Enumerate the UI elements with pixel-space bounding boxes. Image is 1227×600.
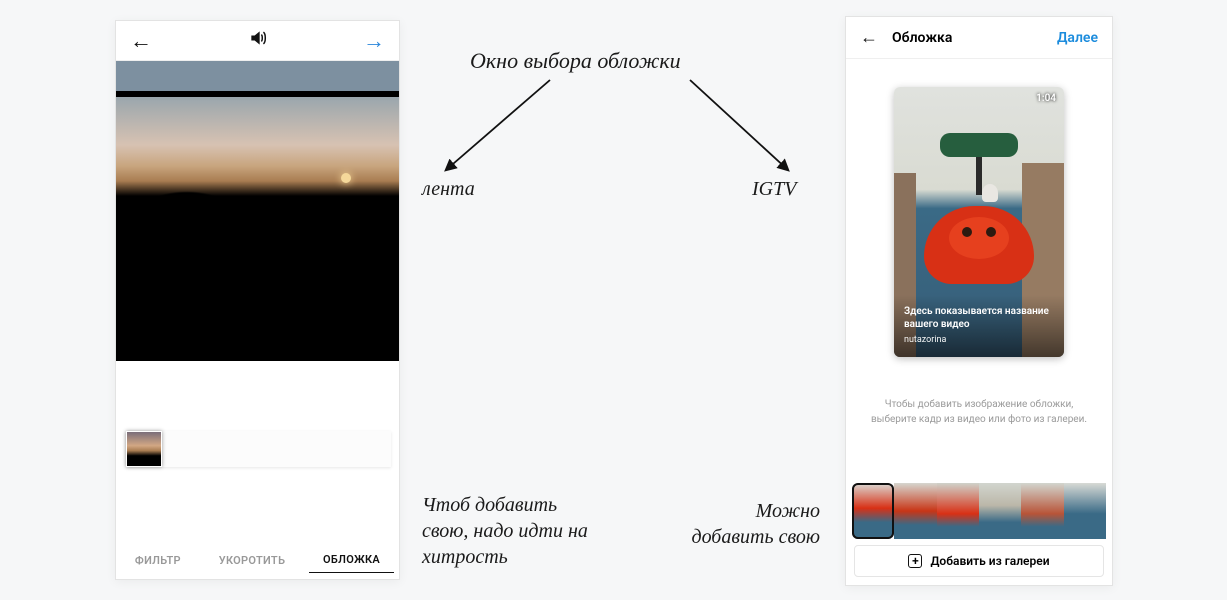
feed-cover-preview — [116, 61, 399, 361]
add-from-gallery-label: Добавить из галереи — [930, 554, 1049, 568]
tab-cover[interactable]: ОБЛОЖКА — [309, 547, 394, 573]
back-arrow-icon[interactable]: ← — [130, 28, 152, 54]
annotation-left-label: лента — [422, 178, 475, 201]
cover-title-placeholder: Здесь показывается название вашего видео — [904, 305, 1054, 331]
selected-frame-thumb[interactable] — [126, 431, 162, 467]
sound-on-icon[interactable] — [248, 28, 268, 53]
frame-thumb[interactable] — [894, 483, 936, 539]
igtv-cover-preview: 1:04 Здесь показывается название вашего … — [894, 87, 1064, 357]
video-duration: 1:04 — [1036, 93, 1056, 104]
plus-icon: + — [908, 554, 922, 568]
feed-header: ← → — [116, 21, 399, 61]
feed-cover-screen: ← → ФИЛЬТР УКОРОТИТЬ ОБЛОЖКА — [115, 20, 400, 580]
annotation-bottom-right: Можно добавить свою — [690, 498, 820, 550]
annotation-bottom-left: Чтоб добавить свою, надо идти на хитрост… — [422, 492, 602, 570]
igtv-frame-strip[interactable] — [852, 483, 1106, 539]
add-from-gallery-button[interactable]: + Добавить из галереи — [854, 545, 1104, 577]
tab-trim[interactable]: УКОРОТИТЬ — [205, 548, 300, 573]
frame-thumb[interactable] — [852, 483, 894, 539]
page-title: Обложка — [892, 30, 1057, 46]
frame-thumb[interactable] — [1064, 483, 1106, 539]
frame-thumb[interactable] — [937, 483, 979, 539]
igtv-cover-screen: ← Обложка Далее 1:04 Здесь показывается … — [845, 16, 1113, 586]
tab-filter[interactable]: ФИЛЬТР — [121, 548, 195, 573]
annotation-right-label: IGTV — [752, 178, 796, 201]
frame-thumb[interactable] — [979, 483, 1021, 539]
annotation-title: Окно выбора обложки — [470, 48, 681, 74]
next-button[interactable]: Далее — [1057, 30, 1098, 46]
cover-hint-text: Чтобы добавить изображение обложки, выбе… — [864, 397, 1094, 427]
feed-bottom-tabs: ФИЛЬТР УКОРОТИТЬ ОБЛОЖКА — [116, 541, 399, 579]
frame-thumb[interactable] — [1021, 483, 1063, 539]
feed-frame-selector[interactable] — [116, 431, 399, 467]
back-arrow-icon[interactable]: ← — [860, 27, 878, 48]
forward-arrow-icon[interactable]: → — [363, 28, 385, 54]
igtv-header: ← Обложка Далее — [846, 17, 1112, 59]
cover-username: nutazorina — [904, 335, 1054, 345]
